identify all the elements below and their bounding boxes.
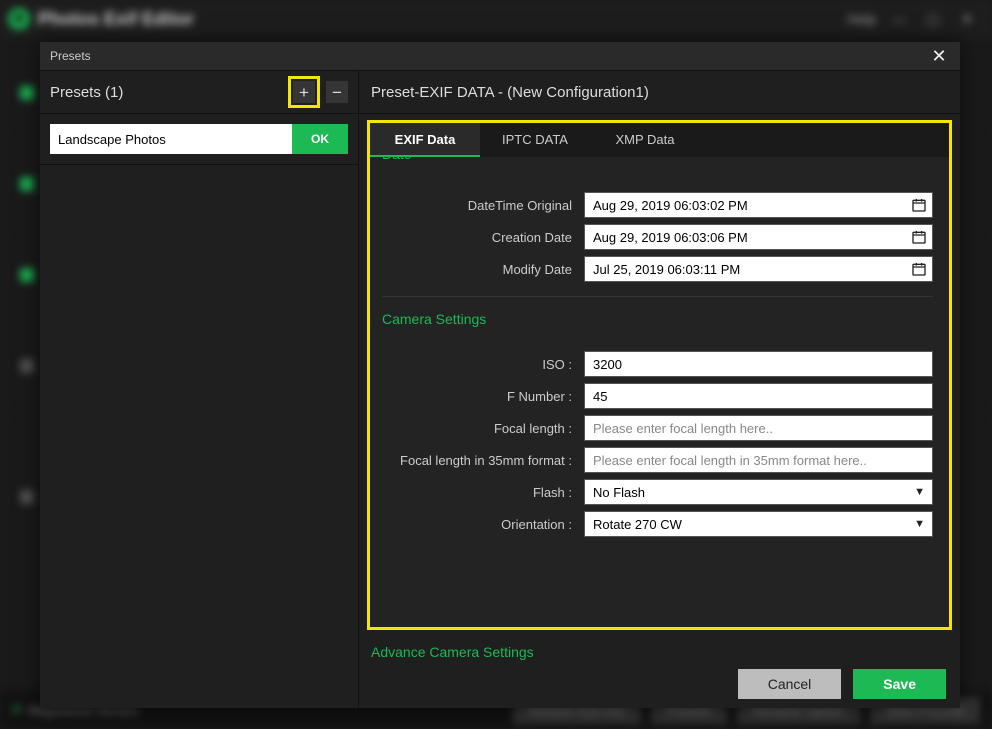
iso-field[interactable] [584,351,933,377]
label-modify-date: Modify Date [382,262,584,277]
minimize-icon[interactable]: — [882,4,916,34]
label-fnumber: F Number : [382,389,584,404]
help-menu[interactable]: Help [847,11,876,27]
label-flash: Flash : [382,485,584,500]
label-orientation: Orientation : [382,517,584,532]
remove-preset-button[interactable]: − [326,81,348,103]
presets-count-label: Presets (1) [50,84,123,101]
presets-sidebar: Presets (1) + − OK [40,71,359,708]
flash-select[interactable] [584,479,933,505]
save-button[interactable]: Save [853,669,946,699]
focal-35mm-field[interactable] [584,447,933,473]
close-icon[interactable]: ✕ [928,45,950,67]
app-title: Photos Exif Editor [38,9,194,30]
section-camera: Camera Settings [382,311,933,327]
bg-check-icon [20,86,34,100]
ok-button[interactable]: OK [292,124,348,154]
label-focal: Focal length : [382,421,584,436]
preset-editor-title: Preset-EXIF DATA - (New Configuration1) [359,71,960,114]
datetime-original-field[interactable] [584,192,933,218]
bg-check-icon [20,359,34,373]
cancel-button[interactable]: Cancel [738,669,842,699]
fnumber-field[interactable] [584,383,933,409]
label-iso: ISO : [382,357,584,372]
modal-title-text: Presets [50,49,91,63]
tabs: EXIF Data IPTC DATA XMP Data [370,123,949,157]
section-advance: Advance Camera Settings [371,644,960,660]
tab-iptc[interactable]: IPTC DATA [480,123,590,157]
titlebar: ✦ Photos Exif Editor Help — ▢ ✕ [0,0,992,38]
bg-check-icon [20,490,34,504]
label-focal35: Focal length in 35mm format : [382,453,584,468]
focal-length-field[interactable] [584,415,933,441]
add-preset-highlight: + [288,76,320,108]
orientation-select[interactable] [584,511,933,537]
creation-date-field[interactable] [584,224,933,250]
preset-name-input[interactable] [50,124,292,154]
bg-check-icon [20,268,34,282]
label-creation-date: Creation Date [382,230,584,245]
modify-date-field[interactable] [584,256,933,282]
close-app-icon[interactable]: ✕ [950,4,984,34]
label-datetime-original: DateTime Original [382,198,584,213]
tab-xmp[interactable]: XMP Data [590,123,700,157]
modal-footer: Cancel Save [359,660,960,708]
form-highlight: EXIF Data IPTC DATA XMP Data Date DateTi… [367,120,952,630]
add-preset-button[interactable]: + [293,81,315,103]
modal-titlebar: Presets ✕ [40,42,960,71]
presets-modal: Presets ✕ Presets (1) + − OK Preset-EXIF… [40,42,960,708]
preset-editor: Preset-EXIF DATA - (New Configuration1) … [359,71,960,708]
app-logo-icon: ✦ [8,8,30,30]
section-date: Date [382,157,933,162]
bg-check-icon [20,177,34,191]
maximize-icon[interactable]: ▢ [916,4,950,34]
tab-exif[interactable]: EXIF Data [370,123,480,157]
